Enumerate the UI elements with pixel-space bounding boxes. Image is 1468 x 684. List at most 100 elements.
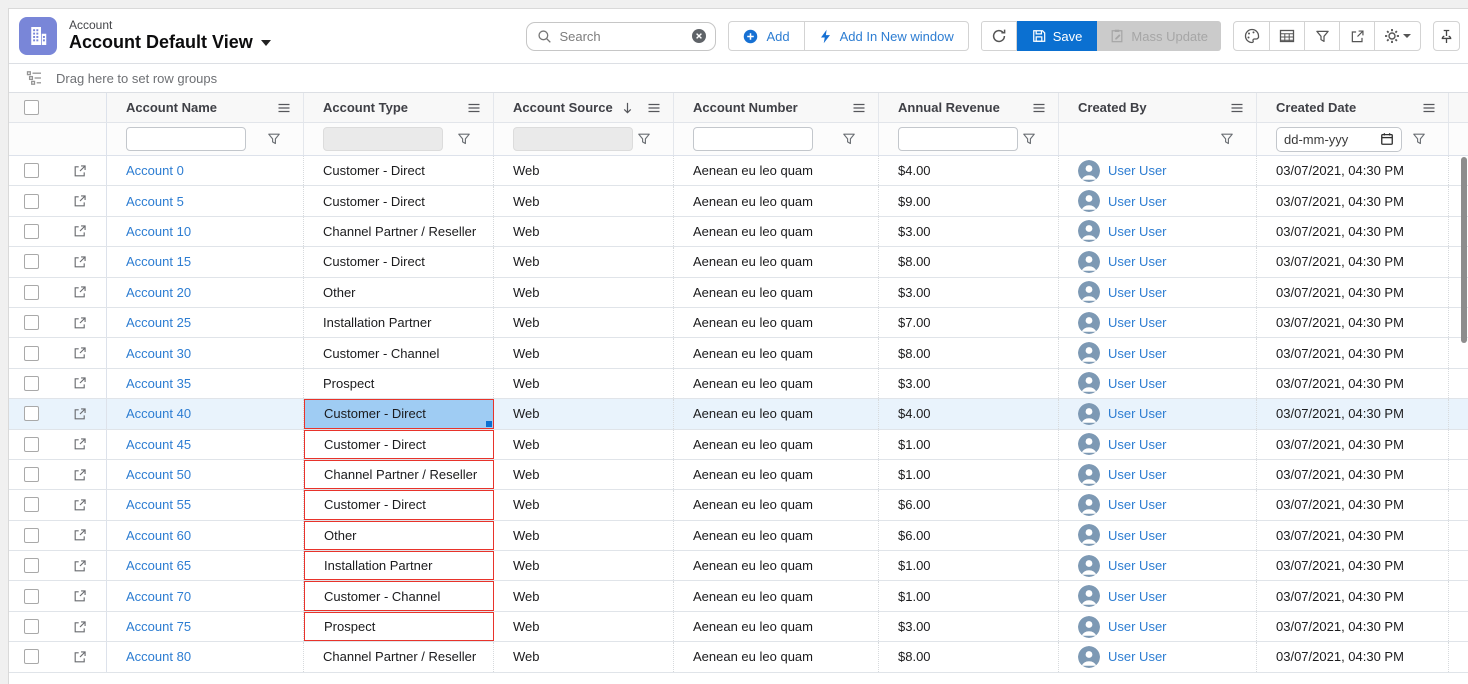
- cell-account-name[interactable]: Account 40: [107, 399, 304, 428]
- save-button[interactable]: Save: [1017, 21, 1098, 51]
- cell-created-date[interactable]: 03/07/2021, 04:30 PM: [1257, 521, 1449, 550]
- created-by-link[interactable]: User User: [1108, 194, 1167, 209]
- row-checkbox[interactable]: [24, 406, 39, 421]
- cell-account-type[interactable]: Channel Partner / Reseller: [304, 642, 494, 671]
- created-by-link[interactable]: User User: [1108, 558, 1167, 573]
- cell-annual-revenue[interactable]: $3.00: [879, 612, 1059, 641]
- cell-account-type[interactable]: Customer - Direct: [304, 399, 494, 428]
- cell-account-name[interactable]: Account 75: [107, 612, 304, 641]
- created-by-link[interactable]: User User: [1108, 589, 1167, 604]
- row-checkbox[interactable]: [24, 163, 39, 178]
- cell-annual-revenue[interactable]: $4.00: [879, 399, 1059, 428]
- cell-account-type[interactable]: Customer - Direct: [304, 186, 494, 215]
- cell-account-number[interactable]: Aenean eu leo quam: [674, 156, 879, 185]
- annual-revenue-filter-input[interactable]: [898, 127, 1018, 151]
- filter-funnel-icon[interactable]: [1220, 132, 1234, 146]
- cell-created-date[interactable]: 03/07/2021, 04:30 PM: [1257, 490, 1449, 519]
- cell-te[interactable]: 0: [1449, 399, 1468, 428]
- cell-account-type[interactable]: Channel Partner / Reseller: [304, 460, 494, 489]
- cell-account-type[interactable]: Customer - Direct: [304, 156, 494, 185]
- column-header-created-by[interactable]: Created By: [1059, 93, 1257, 122]
- cell-account-name[interactable]: Account 50: [107, 460, 304, 489]
- cell-account-source[interactable]: Web: [494, 490, 674, 519]
- cell-created-by[interactable]: User User: [1059, 338, 1257, 367]
- cell-account-number[interactable]: Aenean eu leo quam: [674, 521, 879, 550]
- open-external-button[interactable]: [1339, 22, 1374, 50]
- open-record-icon[interactable]: [73, 255, 87, 269]
- filter-button[interactable]: [1304, 22, 1339, 50]
- cell-account-name[interactable]: Account 5: [107, 186, 304, 215]
- add-in-new-window-button[interactable]: Add In New window: [804, 22, 968, 50]
- account-number-filter-input[interactable]: [693, 127, 813, 151]
- filter-funnel-icon[interactable]: [637, 132, 651, 146]
- row-checkbox[interactable]: [24, 497, 39, 512]
- account-name-link[interactable]: Account 35: [126, 376, 191, 391]
- cell-account-name[interactable]: Account 30: [107, 338, 304, 367]
- column-header-te[interactable]: Te: [1449, 93, 1468, 122]
- row-checkbox[interactable]: [24, 437, 39, 452]
- cell-annual-revenue[interactable]: $8.00: [879, 247, 1059, 276]
- column-menu-icon[interactable]: [1422, 101, 1436, 115]
- vertical-scrollbar[interactable]: [1461, 157, 1467, 343]
- row-checkbox[interactable]: [24, 528, 39, 543]
- cell-account-source[interactable]: Web: [494, 156, 674, 185]
- cell-account-name[interactable]: Account 10: [107, 217, 304, 246]
- row-checkbox[interactable]: [24, 467, 39, 482]
- account-name-link[interactable]: Account 60: [126, 528, 191, 543]
- account-name-link[interactable]: Account 50: [126, 467, 191, 482]
- open-record-icon[interactable]: [73, 376, 87, 390]
- cell-account-type[interactable]: Installation Partner: [304, 551, 494, 580]
- row-checkbox[interactable]: [24, 194, 39, 209]
- cell-account-number[interactable]: Aenean eu leo quam: [674, 581, 879, 610]
- cell-account-source[interactable]: Web: [494, 460, 674, 489]
- cell-account-name[interactable]: Account 70: [107, 581, 304, 610]
- open-record-icon[interactable]: [73, 650, 87, 664]
- add-button[interactable]: Add: [729, 22, 803, 50]
- account-name-filter-input[interactable]: [126, 127, 246, 151]
- cell-created-date[interactable]: 03/07/2021, 04:30 PM: [1257, 186, 1449, 215]
- cell-te[interactable]: 0: [1449, 521, 1468, 550]
- cell-account-type[interactable]: Customer - Direct: [304, 430, 494, 459]
- row-checkbox[interactable]: [24, 649, 39, 664]
- cell-created-date[interactable]: 03/07/2021, 04:30 PM: [1257, 581, 1449, 610]
- created-date-filter-input[interactable]: dd-mm-yyy: [1276, 127, 1402, 152]
- open-record-icon[interactable]: [73, 559, 87, 573]
- cell-annual-revenue[interactable]: $9.00: [879, 186, 1059, 215]
- cell-account-name[interactable]: Account 25: [107, 308, 304, 337]
- created-by-link[interactable]: User User: [1108, 376, 1167, 391]
- cell-account-type[interactable]: Customer - Direct: [304, 247, 494, 276]
- created-by-link[interactable]: User User: [1108, 437, 1167, 452]
- open-record-icon[interactable]: [73, 164, 87, 178]
- cell-annual-revenue[interactable]: $3.00: [879, 217, 1059, 246]
- cell-created-date[interactable]: 03/07/2021, 04:30 PM: [1257, 217, 1449, 246]
- cell-account-number[interactable]: Aenean eu leo quam: [674, 460, 879, 489]
- cell-created-date[interactable]: 03/07/2021, 04:30 PM: [1257, 278, 1449, 307]
- account-name-link[interactable]: Account 15: [126, 254, 191, 269]
- cell-account-name[interactable]: Account 15: [107, 247, 304, 276]
- cell-account-name[interactable]: Account 45: [107, 430, 304, 459]
- cell-account-source[interactable]: Web: [494, 612, 674, 641]
- cell-account-source[interactable]: Web: [494, 521, 674, 550]
- cell-created-date[interactable]: 03/07/2021, 04:30 PM: [1257, 551, 1449, 580]
- cell-account-number[interactable]: Aenean eu leo quam: [674, 399, 879, 428]
- cell-annual-revenue[interactable]: $8.00: [879, 338, 1059, 367]
- cell-te[interactable]: 0: [1449, 369, 1468, 398]
- account-name-link[interactable]: Account 10: [126, 224, 191, 239]
- row-checkbox[interactable]: [24, 589, 39, 604]
- cell-account-name[interactable]: Account 60: [107, 521, 304, 550]
- created-by-link[interactable]: User User: [1108, 649, 1167, 664]
- cell-account-number[interactable]: Aenean eu leo quam: [674, 490, 879, 519]
- account-name-link[interactable]: Account 75: [126, 619, 191, 634]
- cell-account-type[interactable]: Other: [304, 278, 494, 307]
- filter-funnel-icon[interactable]: [1412, 132, 1426, 146]
- cell-created-date[interactable]: 03/07/2021, 04:30 PM: [1257, 399, 1449, 428]
- cell-created-by[interactable]: User User: [1059, 551, 1257, 580]
- column-menu-icon[interactable]: [1230, 101, 1244, 115]
- cell-account-name[interactable]: Account 65: [107, 551, 304, 580]
- cell-created-by[interactable]: User User: [1059, 642, 1257, 671]
- open-record-icon[interactable]: [73, 346, 87, 360]
- created-by-link[interactable]: User User: [1108, 315, 1167, 330]
- open-record-icon[interactable]: [73, 224, 87, 238]
- cell-created-date[interactable]: 03/07/2021, 04:30 PM: [1257, 338, 1449, 367]
- account-name-link[interactable]: Account 45: [126, 437, 191, 452]
